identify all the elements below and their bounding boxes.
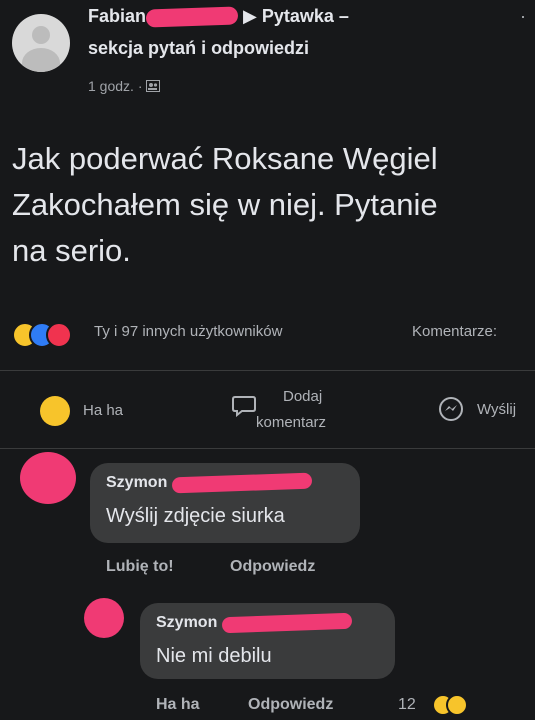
care-emoji-icon <box>446 694 468 716</box>
divider <box>0 370 535 371</box>
post-header-line: Fabian ▶ Pytawka – <box>88 6 349 28</box>
more-options-icon[interactable]: · <box>520 6 526 27</box>
post-time[interactable]: 1 godz. · <box>88 78 142 94</box>
reactions-text[interactable]: Ty i 97 innych użytkowników <box>94 323 282 340</box>
comment-reaction-count[interactable]: 12 <box>398 696 416 714</box>
share-button[interactable]: Wyślij <box>477 401 516 418</box>
redaction-mark <box>145 6 239 28</box>
author-name[interactable]: Fabian <box>88 6 146 26</box>
group-name[interactable]: Pytawka – <box>262 6 349 26</box>
comment-author-name[interactable]: Szymon <box>156 614 217 631</box>
post-text: Jak poderwać Roksane Węgiel Zakochałem s… <box>12 136 535 274</box>
post-text-line: Zakochałem się w niej. Pytanie <box>12 187 438 222</box>
haha-comment-button[interactable]: Ha ha <box>156 696 200 714</box>
reply-button[interactable]: Odpowiedz <box>248 696 333 714</box>
haha-emoji-icon[interactable] <box>40 396 70 426</box>
comment-text: Nie mi debilu <box>156 645 272 667</box>
comment-author[interactable]: Szymon <box>156 612 353 634</box>
group-privacy-icon <box>146 80 161 92</box>
commenter-avatar-redacted[interactable] <box>84 598 124 638</box>
comment-author[interactable]: Szymon <box>106 472 313 494</box>
comment-author-name[interactable]: Szymon <box>106 474 167 491</box>
redaction-mark <box>221 612 353 634</box>
add-comment-button-line2[interactable]: komentarz <box>256 414 326 431</box>
avatar-shoulders-shape <box>22 48 60 72</box>
group-arrow-icon: ▶ <box>243 6 257 26</box>
haha-button[interactable]: Ha ha <box>83 402 123 419</box>
commenter-avatar-redacted[interactable] <box>20 452 76 504</box>
like-comment-button[interactable]: Lubię to! <box>106 558 174 576</box>
comment-reactions[interactable] <box>420 694 468 716</box>
add-comment-button[interactable]: Dodaj <box>283 388 322 405</box>
reply-button[interactable]: Odpowiedz <box>230 558 315 576</box>
author-avatar[interactable] <box>12 14 70 72</box>
post-text-line: Jak poderwać Roksane Węgiel <box>12 141 438 176</box>
divider <box>0 448 535 449</box>
group-name-continued[interactable]: sekcja pytań i odpowiedzi <box>88 38 309 59</box>
redaction-mark <box>171 472 313 494</box>
messenger-icon[interactable] <box>438 396 464 422</box>
post-text-line: na serio. <box>12 233 131 268</box>
comment-bubble-icon[interactable] <box>232 395 256 417</box>
post-meta: 1 godz. · <box>88 78 161 94</box>
love-heart-icon <box>46 322 72 348</box>
comment-text: Wyślij zdjęcie siurka <box>106 505 285 527</box>
comments-count[interactable]: Komentarze: <box>412 323 497 340</box>
avatar-head-shape <box>32 26 50 44</box>
